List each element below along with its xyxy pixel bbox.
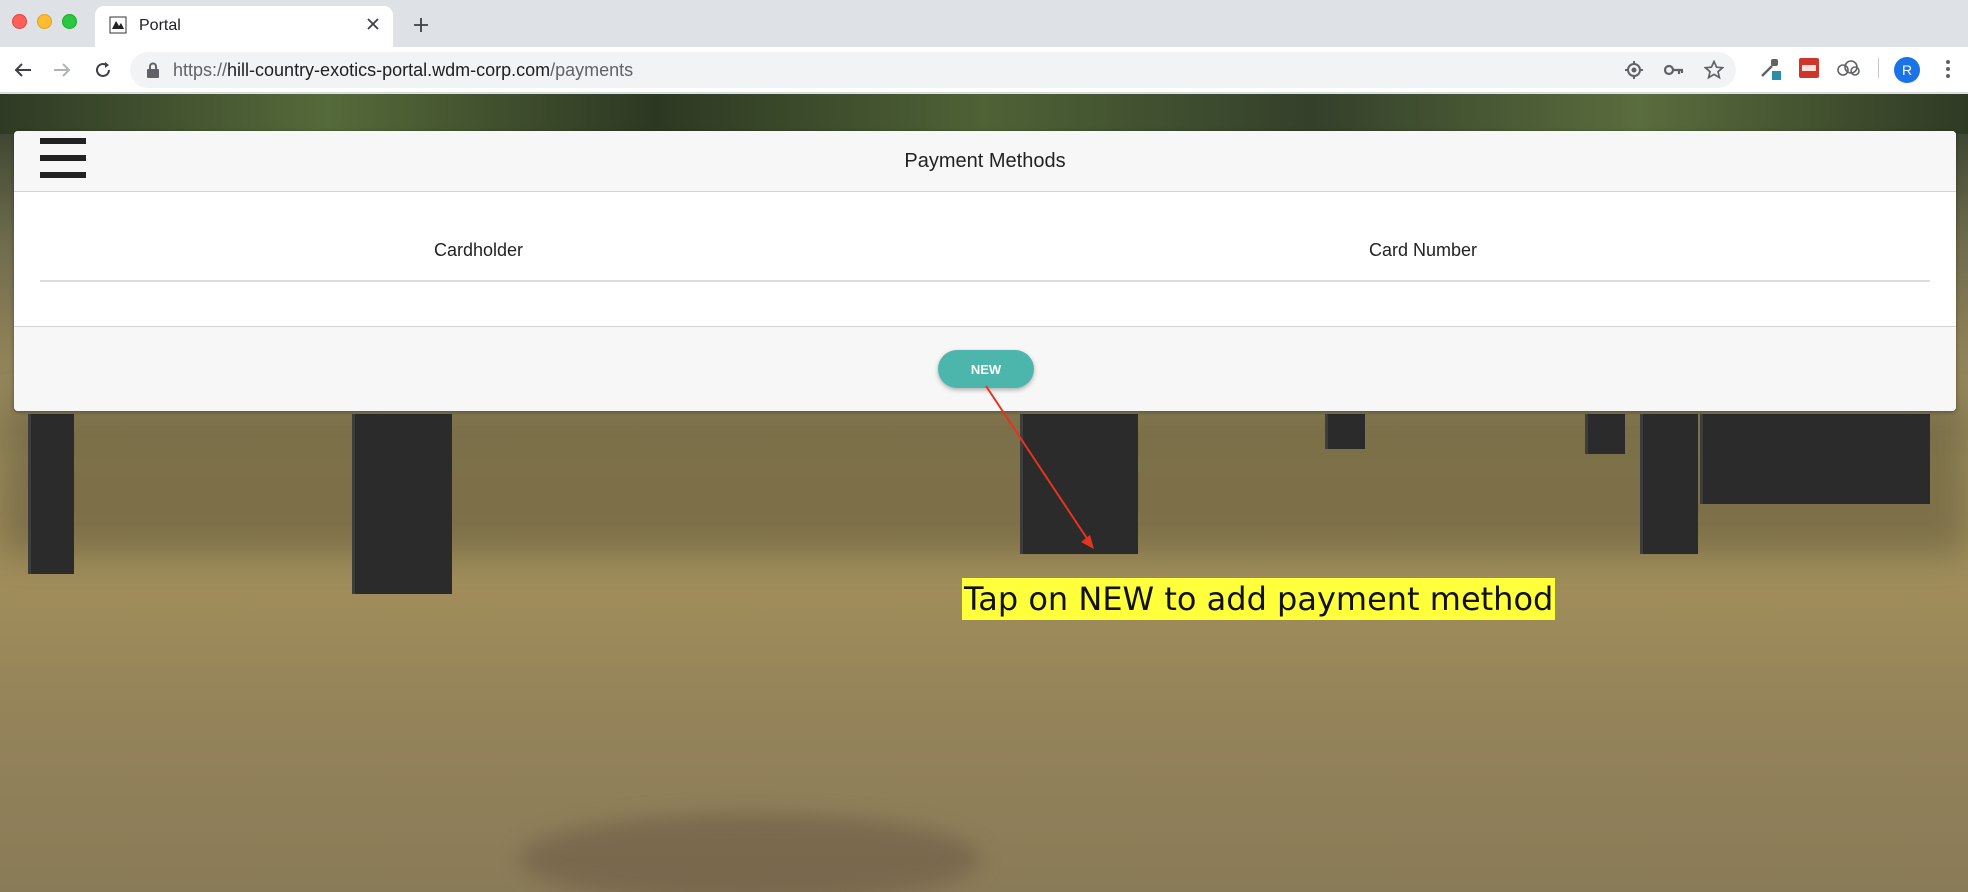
- lock-icon: [147, 62, 159, 78]
- background-post: [1325, 414, 1365, 449]
- new-tab-icon[interactable]: [408, 12, 434, 38]
- eyedropper-extension-icon[interactable]: [1758, 56, 1782, 80]
- red-extension-icon[interactable]: [1797, 56, 1821, 80]
- tab-close-icon[interactable]: [361, 12, 385, 36]
- background-post: [1640, 414, 1698, 554]
- key-icon[interactable]: [1662, 58, 1686, 82]
- zoom-window-button[interactable]: [62, 14, 77, 29]
- card-footer: NEW: [14, 326, 1956, 411]
- page-viewport: Payment Methods Cardholder Card Number N…: [0, 94, 1968, 892]
- background-trees: [0, 94, 1968, 134]
- tab-title: Portal: [139, 17, 181, 34]
- url-host: hill-country-exotics-portal.wdm-corp.com: [227, 60, 551, 80]
- menu-icon[interactable]: [1938, 56, 1958, 82]
- toolbar-separator: [1878, 58, 1879, 78]
- portal-favicon-icon: [109, 16, 127, 34]
- background-post: [1020, 414, 1138, 554]
- browser-tab-strip: Portal: [0, 0, 1968, 47]
- profile-avatar[interactable]: R: [1894, 57, 1920, 83]
- star-icon[interactable]: [1702, 58, 1726, 82]
- column-header-card-number: Card Number: [1369, 240, 1478, 260]
- url-path: /payments: [550, 60, 634, 80]
- background-post: [28, 414, 74, 574]
- background-dirt: [520, 814, 980, 892]
- browser-tab[interactable]: Portal: [95, 6, 393, 47]
- reload-icon[interactable]: [89, 56, 117, 84]
- annotation-callout: Tap on NEW to add payment method: [962, 578, 1556, 620]
- forward-icon[interactable]: [48, 56, 76, 84]
- location-icon[interactable]: [1622, 58, 1646, 82]
- background-post: [352, 414, 452, 594]
- background-post: [1585, 414, 1625, 454]
- cloud-extension-icon[interactable]: [1836, 56, 1860, 80]
- address-bar[interactable]: https://hill-country-exotics-portal.wdm-…: [130, 52, 1736, 88]
- back-icon[interactable]: [9, 56, 37, 84]
- url-text: https://hill-country-exotics-portal.wdm-…: [173, 60, 633, 81]
- page-title: Payment Methods: [904, 150, 1066, 172]
- minimize-window-button[interactable]: [37, 14, 52, 29]
- background-post: [1700, 414, 1930, 504]
- payment-methods-card: Payment Methods Cardholder Card Number N…: [14, 131, 1956, 411]
- column-header-cardholder: Cardholder: [434, 240, 524, 260]
- url-protocol: https://: [173, 60, 228, 80]
- new-payment-method-button[interactable]: NEW: [938, 350, 1034, 388]
- browser-toolbar: https://hill-country-exotics-portal.wdm-…: [0, 47, 1968, 93]
- table-header-divider: [40, 280, 1930, 282]
- card-header: Payment Methods: [14, 131, 1956, 192]
- close-window-button[interactable]: [12, 14, 27, 29]
